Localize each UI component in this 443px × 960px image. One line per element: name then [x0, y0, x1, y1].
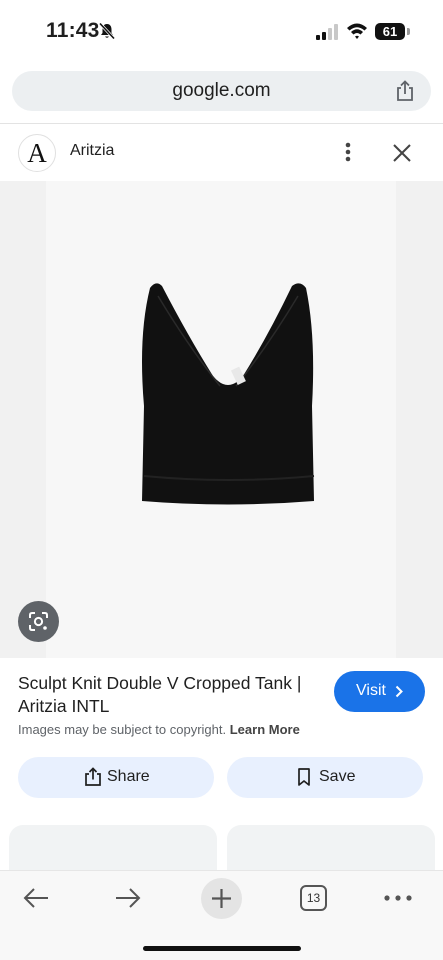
status-bar: 11:43 61	[0, 0, 443, 62]
visit-label: Visit	[356, 682, 386, 699]
image-viewer[interactable]	[0, 181, 443, 658]
learn-more-link[interactable]: Learn More	[230, 722, 300, 737]
chevron-right-icon	[395, 685, 403, 698]
forward-arrow-icon[interactable]	[114, 887, 142, 909]
bookmark-icon	[298, 768, 310, 786]
product-title[interactable]: Sculpt Knit Double V Cropped Tank | Arit…	[18, 672, 323, 718]
lens-icon	[29, 612, 48, 631]
copyright-text: Images may be subject to copyright.	[18, 722, 227, 737]
wifi-icon	[347, 23, 367, 39]
new-tab-button[interactable]	[201, 878, 242, 919]
more-vert-icon[interactable]	[338, 140, 358, 164]
back-arrow-icon[interactable]	[22, 887, 50, 909]
plus-icon	[212, 889, 231, 908]
bottom-toolbar: 13	[0, 870, 443, 960]
share-button[interactable]: Share	[18, 757, 214, 798]
close-icon[interactable]	[390, 141, 414, 165]
save-label: Save	[319, 768, 356, 785]
tab-switcher-button[interactable]: 13	[300, 885, 327, 911]
battery-level: 61	[382, 24, 398, 39]
share-icon	[85, 767, 101, 786]
product-photo	[142, 283, 315, 505]
address-bar[interactable]: google.com	[12, 71, 431, 111]
site-name[interactable]: Aritzia	[70, 142, 114, 160]
visit-button[interactable]: Visit	[334, 671, 425, 712]
battery-tip	[407, 28, 410, 35]
home-indicator[interactable]	[143, 946, 301, 951]
site-header: A Aritzia	[0, 124, 443, 181]
share-icon[interactable]	[395, 80, 415, 102]
status-time: 11:43	[46, 19, 100, 42]
share-label: Share	[107, 768, 150, 785]
copyright-notice: Images may be subject to copyright. Lear…	[18, 722, 300, 737]
url-text[interactable]: google.com	[12, 71, 431, 111]
cellular-signal-icon	[316, 24, 338, 40]
bell-slash-icon	[98, 22, 116, 40]
more-horiz-icon[interactable]	[384, 895, 412, 901]
product-image[interactable]	[46, 181, 396, 658]
google-lens-button[interactable]	[18, 601, 59, 642]
save-button[interactable]: Save	[227, 757, 423, 798]
site-logo[interactable]: A	[18, 134, 56, 172]
